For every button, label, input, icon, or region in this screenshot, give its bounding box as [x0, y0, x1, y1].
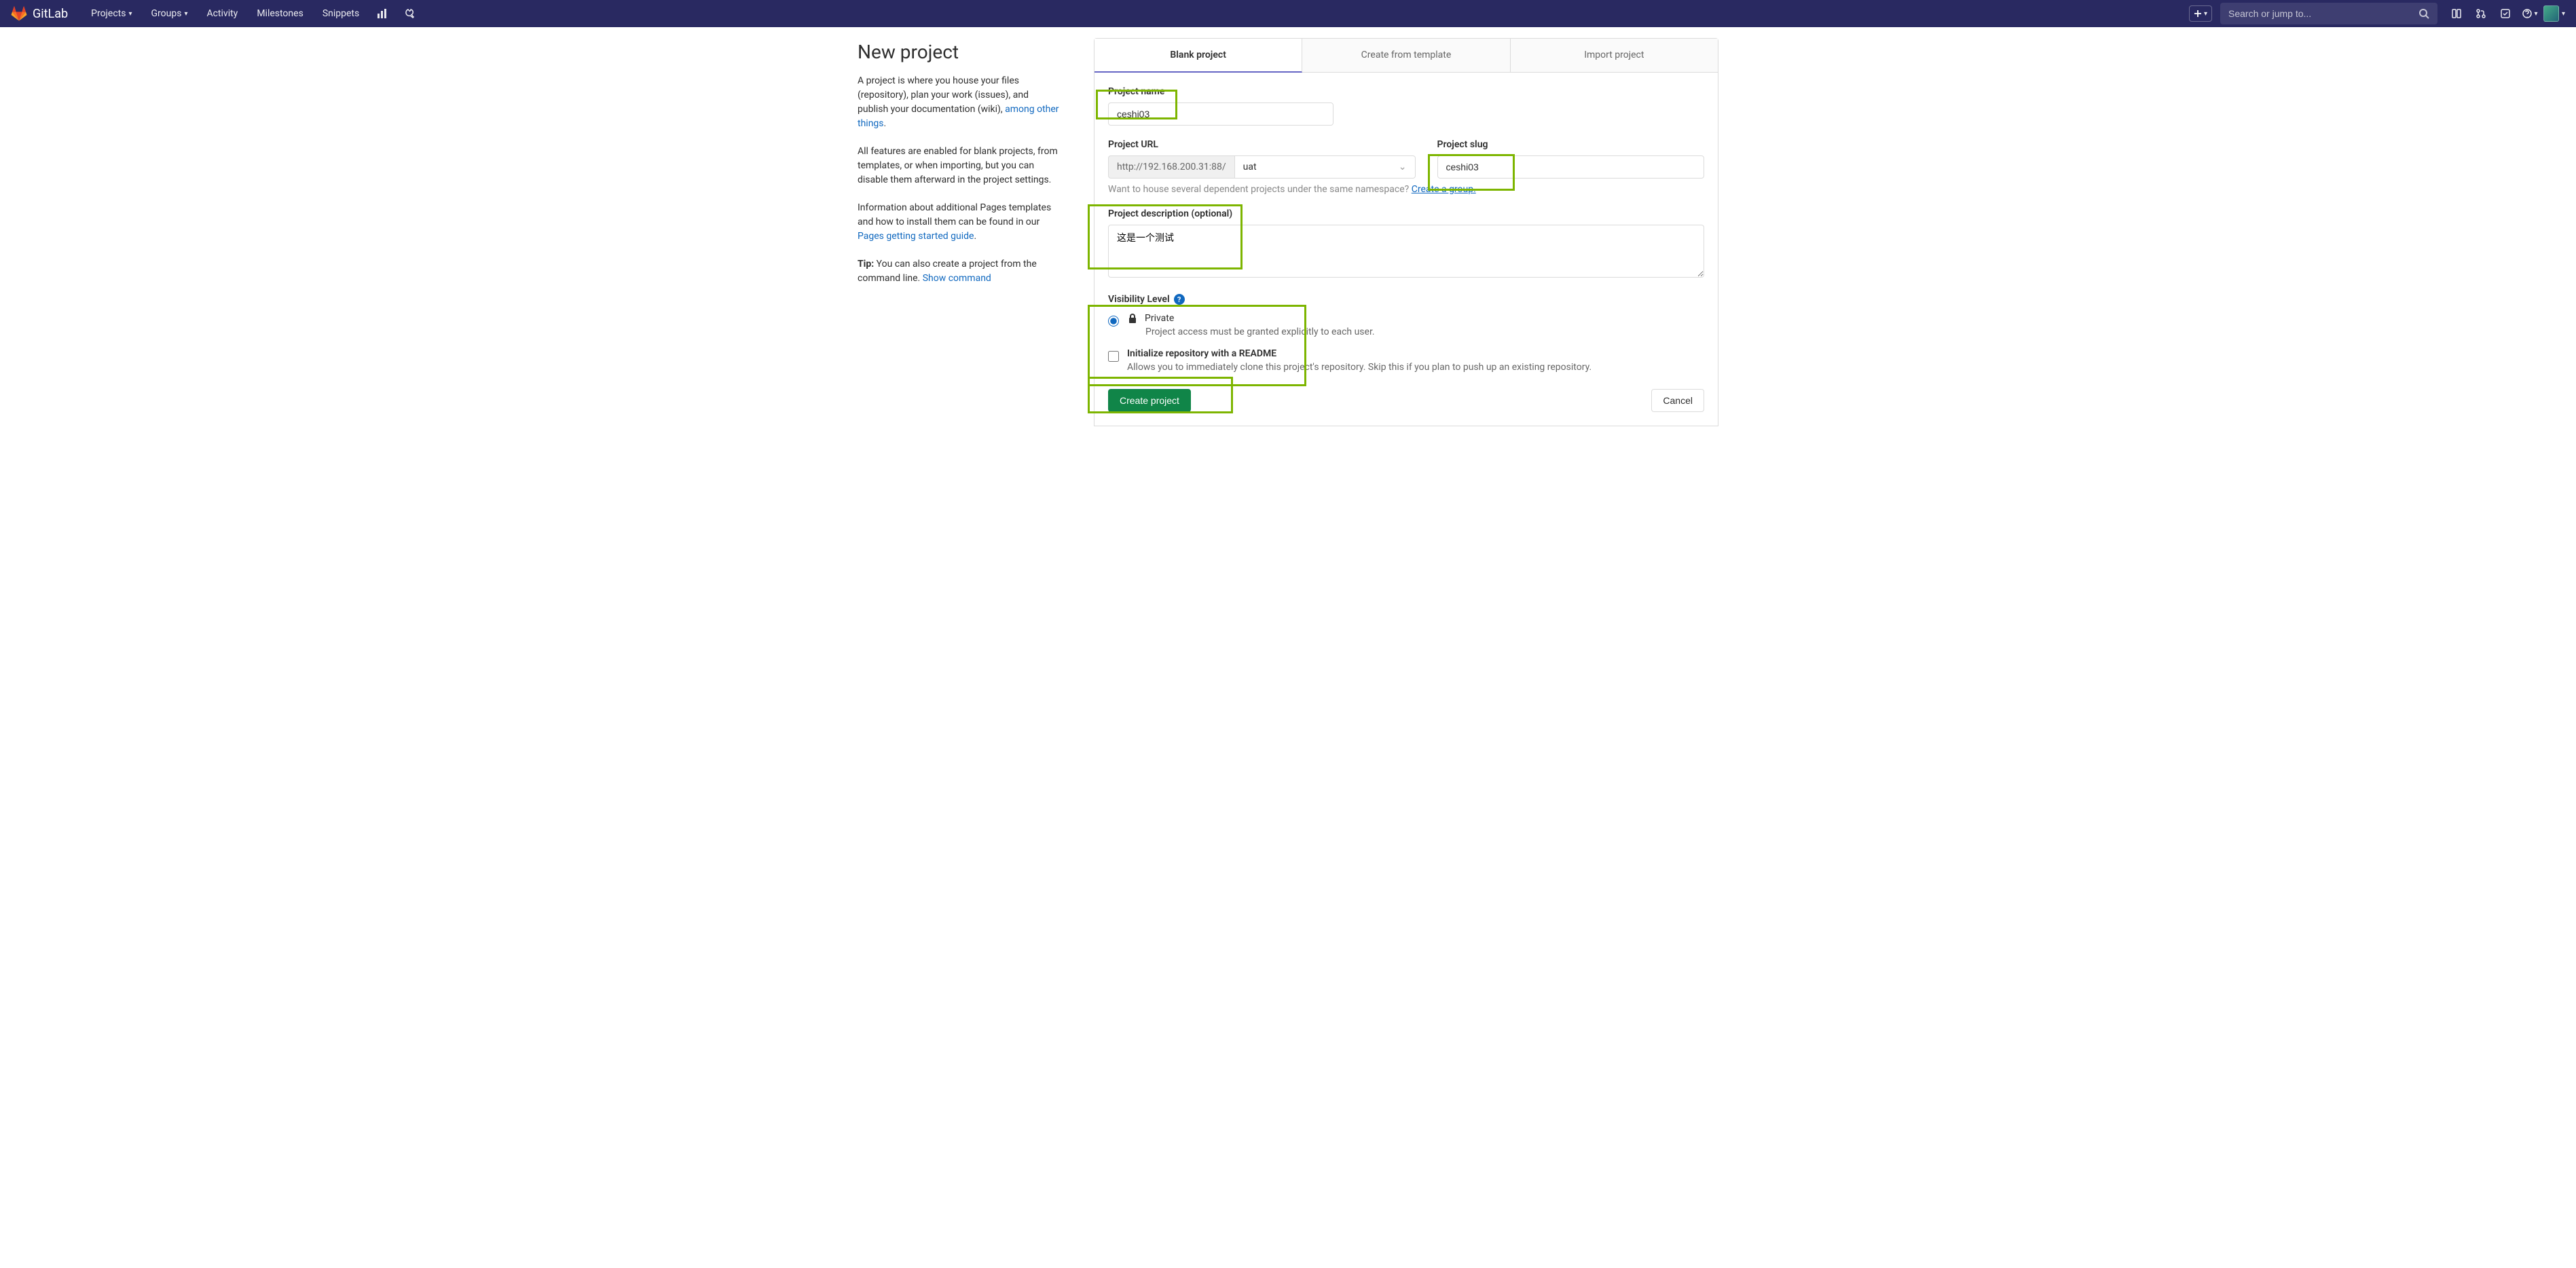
tab-create-from-template[interactable]: Create from template	[1302, 39, 1510, 72]
readme-title: Initialize repository with a README	[1127, 348, 1591, 359]
sidebar-desc-2: All features are enabled for blank proje…	[858, 145, 1061, 187]
nav-milestones[interactable]: Milestones	[250, 0, 310, 27]
project-desc-label: Project description (optional)	[1108, 208, 1704, 219]
gitlab-logo[interactable]: GitLab	[11, 5, 68, 22]
visibility-private-desc: Project access must be granted explicitl…	[1145, 327, 1704, 337]
sidebar: New project A project is where you house…	[858, 38, 1061, 426]
initialize-readme-checkbox[interactable]	[1108, 351, 1119, 362]
help-icon[interactable]: ▾	[2519, 3, 2541, 24]
visibility-private-title: Private	[1145, 313, 1174, 324]
top-navbar: GitLab Projects▾ Groups▾ Activity Milest…	[0, 0, 2576, 27]
readme-desc: Allows you to immediately clone this pro…	[1127, 362, 1591, 373]
project-url-prefix: http://192.168.200.31:88/	[1108, 155, 1234, 179]
visibility-private-radio[interactable]	[1108, 316, 1119, 327]
visibility-label: Visibility Level	[1108, 294, 1170, 305]
form-panel: Project name Project URL http://192.168.…	[1094, 73, 1718, 426]
chevron-down-icon: ▾	[184, 10, 187, 18]
show-command-link[interactable]: Show command	[923, 273, 991, 284]
merge-requests-icon[interactable]	[2470, 3, 2492, 24]
project-desc-input[interactable]: 这是一个测试	[1108, 225, 1704, 278]
nav-snippets[interactable]: Snippets	[316, 0, 366, 27]
create-group-link[interactable]: Create a group.	[1412, 184, 1476, 195]
sidebar-desc-1: A project is where you house your files …	[858, 74, 1061, 131]
project-name-label: Project name	[1108, 86, 1704, 97]
issues-icon[interactable]	[2446, 3, 2467, 24]
project-tabs: Blank project Create from template Impor…	[1094, 38, 1718, 73]
avatar	[2543, 5, 2559, 22]
gitlab-icon	[11, 5, 27, 22]
project-name-input[interactable]	[1108, 102, 1333, 126]
nav-activity[interactable]: Activity	[200, 0, 244, 27]
nav-groups[interactable]: Groups▾	[145, 0, 195, 27]
chevron-down-icon: ⌄	[1399, 162, 1407, 172]
tab-import-project[interactable]: Import project	[1511, 39, 1718, 72]
namespace-hint: Want to house several dependent projects…	[1108, 184, 1704, 195]
cancel-button[interactable]: Cancel	[1651, 389, 1704, 412]
create-project-button[interactable]: Create project	[1108, 389, 1191, 412]
help-icon[interactable]: ?	[1174, 294, 1185, 305]
chevron-down-icon: ▾	[128, 10, 132, 18]
sidebar-desc-3: Information about additional Pages templ…	[858, 201, 1061, 244]
pages-guide-link[interactable]: Pages getting started guide	[858, 231, 974, 242]
todos-icon[interactable]	[2495, 3, 2516, 24]
wrench-icon[interactable]	[399, 3, 420, 24]
analytics-icon[interactable]	[371, 3, 393, 24]
project-slug-input[interactable]	[1437, 155, 1704, 179]
sidebar-tip: Tip: You can also create a project from …	[858, 257, 1061, 286]
project-url-label: Project URL	[1108, 139, 1416, 150]
search-box[interactable]	[2220, 3, 2437, 24]
lock-icon	[1127, 313, 1138, 324]
plus-icon[interactable]: ▾	[2189, 5, 2212, 22]
user-menu[interactable]: ▾	[2543, 3, 2565, 24]
project-slug-label: Project slug	[1437, 139, 1704, 150]
tab-blank-project[interactable]: Blank project	[1094, 39, 1302, 73]
namespace-select[interactable]: uat ⌄	[1234, 155, 1416, 179]
main-content: Blank project Create from template Impor…	[1094, 38, 1718, 426]
search-input[interactable]	[2228, 8, 2418, 19]
search-icon	[2418, 8, 2429, 19]
nav-projects[interactable]: Projects▾	[84, 0, 139, 27]
page-title: New project	[858, 41, 1061, 63]
brand-text: GitLab	[33, 7, 68, 21]
